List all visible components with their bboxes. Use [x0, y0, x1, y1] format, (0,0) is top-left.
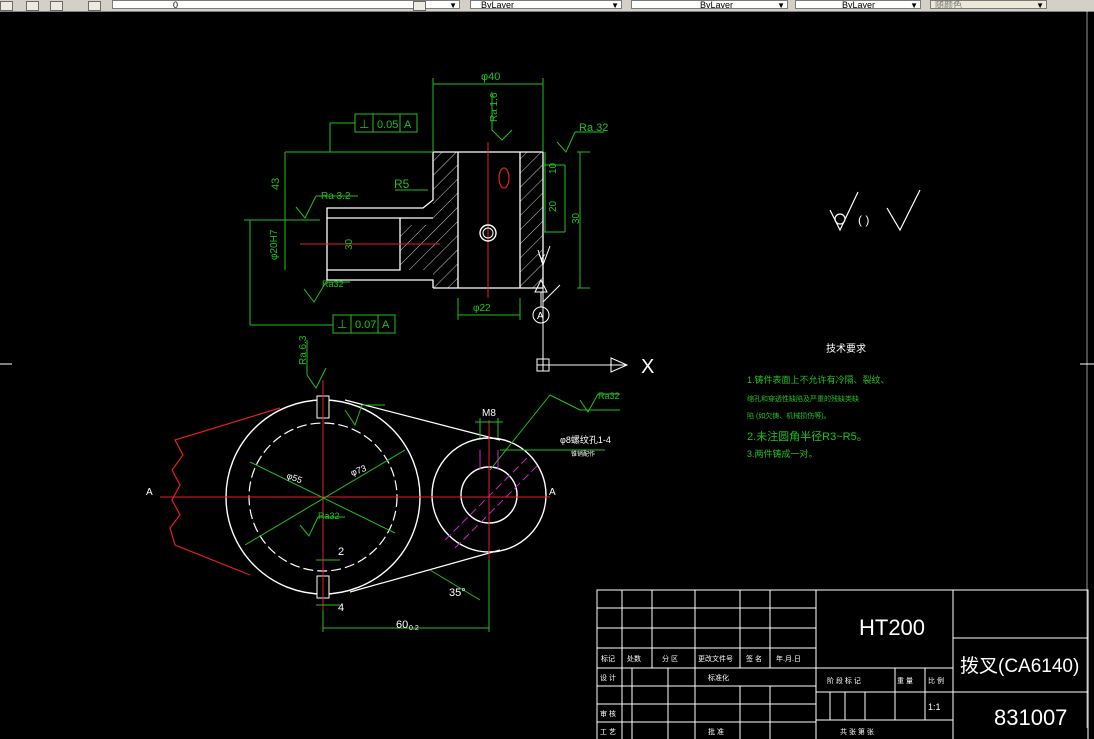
h-date: 年.月.日 — [776, 654, 801, 663]
dim-ra32-d: Ra32 — [318, 511, 340, 521]
notes-line5: 3.两件铸成一对。 — [747, 448, 818, 459]
dim-20: 20 — [548, 200, 559, 212]
h-mark: 标记 — [601, 654, 615, 663]
chevron-down-icon: ▼ — [611, 1, 619, 9]
plotstyle-combo-value: 随颜色 — [935, 0, 963, 9]
chevron-down-icon: ▼ — [777, 1, 785, 9]
lineweight-combo[interactable]: ByLayer ▼ — [795, 0, 921, 9]
notes-title: 技术要求 — [826, 342, 866, 355]
lineweight-combo-value: ByLayer — [842, 0, 876, 9]
h-check: 审 核 — [600, 709, 616, 718]
dim-ra63: Ra 6.3 — [298, 335, 309, 365]
dim-phi20: φ20H7 — [269, 229, 280, 260]
axis-x: X — [641, 356, 654, 378]
layer-combo[interactable]: 0 ▼ — [112, 0, 460, 9]
h-design: 设 计 — [600, 673, 616, 682]
drawing-no: 831007 — [994, 705, 1067, 730]
h-count: 处数 — [627, 654, 641, 663]
perp-symbol-1: ⊥ — [359, 117, 369, 131]
linetype-combo[interactable]: ByLayer ▼ — [631, 0, 788, 9]
notes-line3: 陷 (如欠铸、机械损伤等)。 — [747, 411, 831, 420]
technical-notes: 技术要求 1.铸件表面上不允许有冷隔、裂纹、 缩孔和穿透性缺陷及严重的残缺类缺 … — [747, 342, 890, 459]
dim-ra32-b: Ra 3.2 — [321, 191, 351, 202]
perp-symbol-2: ⊥ — [337, 317, 347, 331]
part-name: 拨叉(CA6140) — [960, 655, 1079, 677]
layer-manager-icon[interactable] — [0, 1, 13, 11]
match-layer-icon[interactable] — [26, 1, 39, 11]
notes-line1: 1.铸件表面上不允许有冷隔、裂纹、 — [747, 374, 890, 385]
section-view — [300, 142, 544, 298]
notes-line2: 缩孔和穿透性缺陷及严重的残缺类缺 — [747, 394, 859, 403]
ucs-icon — [536, 250, 629, 373]
dim-30-right: 30 — [571, 212, 582, 224]
chevron-down-icon: ▼ — [910, 1, 918, 9]
h-zone: 分 区 — [662, 654, 678, 663]
tol-perp2-datum: A — [382, 319, 390, 331]
h-ratio: 比 例 — [928, 676, 944, 685]
dim-phi40: φ40 — [481, 71, 500, 83]
chevron-down-icon: ▼ — [1036, 1, 1044, 9]
h-stage: 阶 段 标 记 — [827, 676, 861, 685]
h-standard: 标准化 — [708, 673, 729, 682]
dim-43: 43 — [270, 178, 282, 190]
dim-phi73: φ73 — [349, 463, 367, 478]
roughness-brackets: ( ) — [858, 213, 869, 227]
dim-phi22: φ22 — [473, 303, 491, 314]
scale: 1:1 — [928, 702, 941, 712]
dim-ra32-a: Ra 32 — [579, 122, 608, 134]
h-sheets: 共 张 第 张 — [840, 727, 874, 736]
top-labels: Ra 6.3 Ra32 Ra32 φ55 φ73 M8 φ8螺纹孔1-4 锥销配… — [146, 335, 620, 632]
dim-m8-sub: 锥销配作 — [571, 450, 595, 458]
dim-m8: M8 — [482, 408, 496, 419]
chevron-down-icon: ▼ — [449, 1, 457, 9]
plotstyle-combo[interactable]: 随颜色 ▼ — [930, 0, 1047, 9]
dim-r5: R5 — [394, 177, 410, 191]
layer-combo-value: 0 — [173, 0, 179, 9]
h-change: 更改文件号 — [698, 654, 733, 663]
tol-perp2-value: 0.07 — [355, 319, 376, 331]
previous-layer-icon[interactable] — [50, 1, 63, 11]
dim-4: 4 — [338, 602, 344, 614]
tol-perp1-value: 0.05 — [377, 119, 398, 131]
section-a-left: A — [146, 487, 153, 498]
dim-ra32-c: Ra32 — [322, 279, 344, 289]
layer-states-icon[interactable] — [88, 1, 101, 11]
h-process: 工 艺 — [600, 728, 616, 736]
h-weight: 重 量 — [897, 677, 913, 685]
dim-ra32-e: Ra32 — [598, 391, 620, 401]
dim-60-tol: 0.2 — [409, 625, 419, 632]
axis-y: Y — [538, 253, 546, 265]
dim-10: 10 — [548, 162, 559, 174]
color-combo[interactable]: ByLayer ▼ — [470, 0, 622, 9]
drawing-canvas[interactable]: φ40 Ra 1.6 Ra 32 Ra 3.2 Ra32 R5 43 10 20… — [0, 11, 1094, 739]
dim-phi55: φ55 — [285, 470, 303, 485]
tol-perp1-datum: A — [404, 119, 412, 131]
title-block-text: HT200 拨叉(CA6140) 831007 1:1 标记 处数 分 区 更改… — [600, 615, 1079, 736]
roughness-legend — [829, 189, 921, 232]
dim-35deg: 35° — [449, 587, 466, 599]
dim-m8-thread: φ8螺纹孔1-4 — [560, 434, 611, 445]
dim-30-inner: 30 — [344, 238, 355, 250]
make-current-layer-icon[interactable] — [413, 1, 426, 11]
notes-line4: 2.未注圆角半径R3~R5。 — [747, 429, 868, 443]
dim-2: 2 — [338, 546, 344, 558]
linetype-combo-value: ByLayer — [700, 0, 734, 9]
color-combo-value: ByLayer — [481, 0, 515, 9]
material: HT200 — [859, 615, 925, 640]
dim-60: 60 — [396, 619, 408, 631]
dim-ra16: Ra 1.6 — [489, 92, 500, 122]
h-sign: 签 名 — [746, 654, 762, 663]
section-a-right: A — [549, 487, 556, 498]
h-approve: 批 准 — [708, 727, 724, 736]
